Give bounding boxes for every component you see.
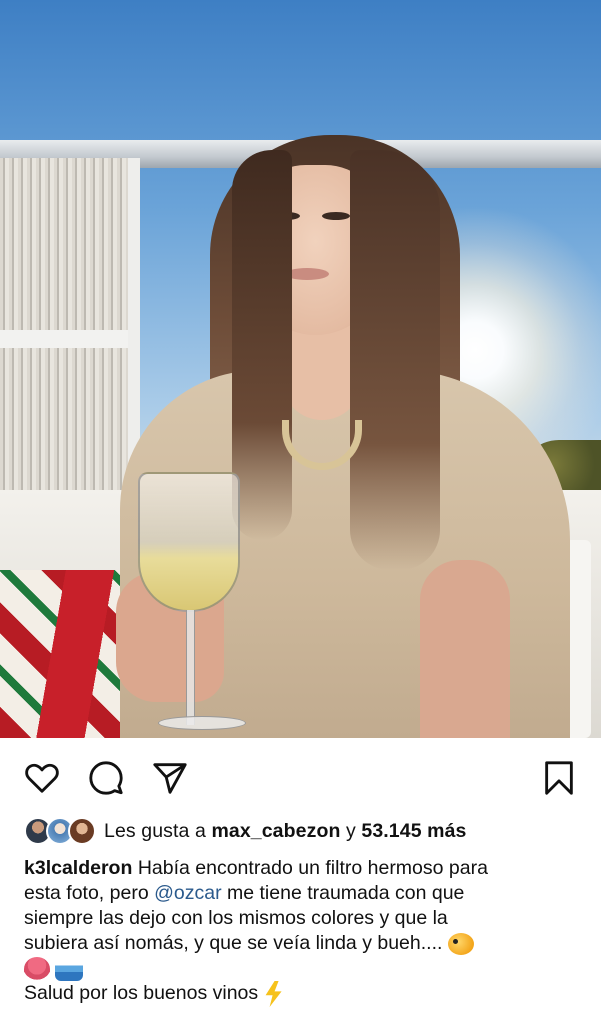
bookmark-icon [545,761,573,795]
likes-connector: y [346,819,356,842]
caption-line: subiera así nomás, y que se veía linda y… [24,931,584,956]
caption-text: subiera así nomás, y que se veía linda y… [24,932,443,954]
arm [420,560,510,738]
hair-strand [232,150,292,540]
octopus-emoji-icon [24,956,50,981]
caption-text: esta foto, pero [24,882,149,904]
heart-icon [25,763,59,793]
caption-line: siempre las dejo con los mismos colores … [24,907,448,929]
action-bar [0,738,601,818]
likes-summary[interactable]: Les gusta a max_cabezon y 53.145 más [24,815,466,847]
mention-link[interactable]: @ozcar [154,882,221,904]
like-button[interactable] [22,758,62,798]
post-caption: k3lcalderon Había encontrado un filtro h… [24,856,584,1007]
blowfish-emoji-icon [447,932,474,955]
comment-bubble-icon [89,761,123,795]
comment-button[interactable] [86,758,126,798]
caption-line: k3lcalderon Había encontrado un filtro h… [24,856,584,881]
lightning-emoji-icon [265,981,282,1007]
liker-username[interactable]: max_cabezon [211,820,340,842]
eye [322,212,350,220]
caption-line: Salud por los buenos vinos [24,981,584,1007]
post-photo[interactable] [0,0,601,738]
likes-count[interactable]: 53.145 más [361,820,466,842]
wine-glass-base [158,716,246,730]
wine-glass-stem [186,610,195,725]
paper-plane-icon [153,763,187,794]
caption-text: Había encontrado un filtro hermoso para [137,857,488,879]
caption-text: Salud por los buenos vinos [24,982,259,1005]
caption-line: esta foto, pero @ozcar me tiene traumada… [24,881,584,906]
share-button[interactable] [150,758,190,798]
window-blind [0,158,140,503]
likes-prefix: Les gusta a [104,819,206,842]
caption-line [24,956,584,981]
water-wave-emoji-icon [55,956,84,981]
hair-strand [350,150,440,570]
caption-text: me tiene traumada con que [227,882,465,904]
wine-glass [138,472,240,612]
avatar [68,817,96,845]
caption-username[interactable]: k3lcalderon [24,857,132,879]
liker-avatars [24,815,98,847]
save-button[interactable] [539,758,579,798]
likes-text: Les gusta a max_cabezon y 53.145 más [104,820,466,843]
